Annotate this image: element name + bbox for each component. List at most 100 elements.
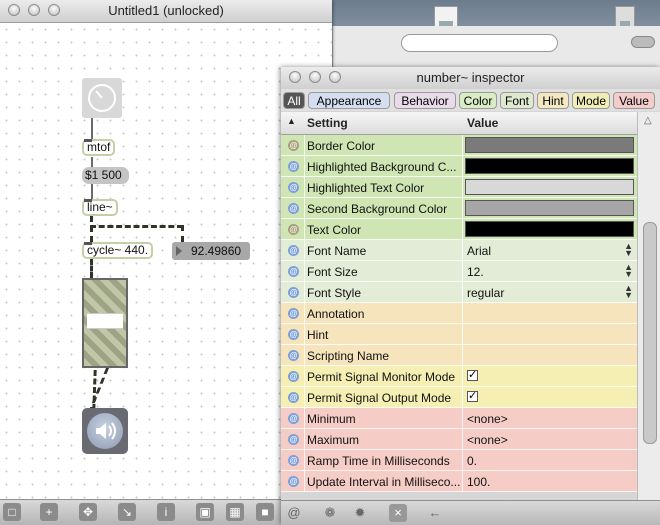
attribute-at-icon[interactable]: @	[288, 224, 299, 235]
attribute-row[interactable]: @ Text Color	[281, 219, 637, 240]
signal-cord[interactable]	[181, 225, 184, 242]
signal-cord[interactable]	[90, 225, 183, 228]
column-divider	[462, 387, 463, 408]
signal-number-box[interactable]: 92.49860	[172, 242, 250, 260]
color-swatch[interactable]	[465, 158, 634, 174]
checkbox[interactable]: ✓	[467, 370, 478, 381]
background-search-field[interactable]	[401, 34, 558, 52]
stepper-arrows-icon[interactable]: ▲ ▼	[624, 263, 633, 279]
attribute-row[interactable]: @ Highlighted Background C...	[281, 156, 637, 177]
attribute-at-icon[interactable]: @	[288, 287, 299, 298]
attribute-value[interactable]: 0.	[467, 454, 477, 468]
attribute-at-icon[interactable]: @	[288, 329, 299, 340]
tab-color[interactable]: Color	[459, 92, 497, 109]
gain-slider[interactable]	[82, 278, 128, 368]
slider-knob[interactable]	[87, 313, 123, 329]
object-inlet[interactable]	[84, 242, 92, 245]
stepper-arrows-icon[interactable]: ▲ ▼	[624, 284, 633, 300]
message-box[interactable]: $1 500	[82, 167, 129, 184]
attribute-row[interactable]: @ Ramp Time in Milliseconds 0.	[281, 450, 637, 471]
attribute-at-icon[interactable]: @	[288, 350, 299, 361]
attribute-row[interactable]: @ Highlighted Text Color	[281, 177, 637, 198]
tab-value[interactable]: Value	[613, 92, 655, 109]
attribute-at-icon[interactable]: @	[288, 476, 299, 487]
presentation-icon[interactable]: ▣	[196, 503, 214, 521]
color-swatch[interactable]	[465, 221, 634, 237]
attribute-value[interactable]: 100.	[467, 475, 490, 489]
attribute-name: Second Background Color	[307, 202, 448, 216]
attribute-at-icon[interactable]: @	[288, 413, 299, 424]
cycle-object[interactable]: cycle~ 440.	[82, 242, 153, 259]
gear-icon[interactable]: ❁	[321, 504, 339, 522]
color-swatch[interactable]	[465, 179, 634, 195]
patch-cord[interactable]	[91, 184, 93, 199]
attribute-row[interactable]: @ Annotation	[281, 303, 637, 324]
at-icon[interactable]: @	[285, 504, 303, 522]
tab-hint[interactable]: Hint	[537, 92, 569, 109]
sort-up-icon[interactable]: ▲	[287, 116, 296, 126]
value-column-header[interactable]: Value	[467, 116, 498, 130]
attribute-at-icon[interactable]: @	[288, 203, 299, 214]
attribute-row[interactable]: @ Minimum <none>	[281, 408, 637, 429]
grid-icon[interactable]: ▦	[226, 503, 244, 521]
info-icon[interactable]: i	[157, 503, 175, 521]
attribute-at-icon[interactable]: @	[288, 434, 299, 445]
attribute-value[interactable]: <none>	[467, 412, 508, 426]
attribute-row[interactable]: @ Border Color	[281, 135, 637, 156]
line-object[interactable]: line~	[82, 199, 118, 216]
attribute-row[interactable]: @ Maximum <none>	[281, 429, 637, 450]
scroll-up-arrow-icon[interactable]: △	[644, 115, 652, 126]
stepper-arrows-icon[interactable]: ▲ ▼	[624, 242, 633, 258]
attribute-row[interactable]: @ Hint	[281, 324, 637, 345]
settings-icon[interactable]: ✹	[351, 504, 369, 522]
attribute-row[interactable]: @ Font Name Arial ▲ ▼	[281, 240, 637, 261]
attribute-row[interactable]: @ Permit Signal Monitor Mode ✓	[281, 366, 637, 387]
back-arrow-icon[interactable]: ←	[426, 504, 444, 522]
signal-cord[interactable]	[90, 259, 93, 278]
tab-all[interactable]: All	[283, 92, 305, 109]
background-toolbar-button[interactable]	[631, 36, 655, 48]
mtof-object[interactable]: mtof	[82, 139, 115, 156]
attribute-select[interactable]: Arial	[467, 244, 491, 258]
new-object-icon[interactable]: +	[40, 503, 58, 521]
color-swatch[interactable]	[465, 200, 634, 216]
vertical-scrollbar[interactable]: △	[637, 112, 660, 500]
attribute-at-icon[interactable]: @	[288, 266, 299, 277]
palette-icon[interactable]: ■	[256, 503, 274, 521]
close-icon[interactable]: ×	[389, 504, 407, 522]
setting-column-header[interactable]: Setting	[307, 116, 348, 130]
ezdac-object[interactable]	[82, 408, 128, 454]
tab-appearance[interactable]: Appearance	[308, 92, 390, 109]
attribute-select[interactable]: 12.	[467, 265, 484, 279]
attribute-at-icon[interactable]: @	[288, 308, 299, 319]
color-swatch[interactable]	[465, 137, 634, 153]
chart-icon[interactable]: ↘	[118, 503, 136, 521]
attribute-at-icon[interactable]: @	[288, 455, 299, 466]
object-inlet[interactable]	[84, 139, 92, 142]
attribute-select[interactable]: regular	[467, 286, 504, 300]
object-inlet[interactable]	[84, 199, 92, 202]
attribute-row[interactable]: @ Second Background Color	[281, 198, 637, 219]
attribute-at-icon[interactable]: @	[288, 245, 299, 256]
tab-mode[interactable]: Mode	[572, 92, 610, 109]
patch-cord[interactable]	[91, 118, 93, 140]
move-icon[interactable]: ✥	[79, 503, 97, 521]
attribute-value[interactable]: <none>	[467, 433, 508, 447]
attribute-row[interactable]: @ Font Style regular ▲ ▼	[281, 282, 637, 303]
attribute-at-icon[interactable]: @	[288, 182, 299, 193]
attribute-row[interactable]: @ Scripting Name	[281, 345, 637, 366]
tab-font[interactable]: Font	[500, 92, 534, 109]
dial-object[interactable]	[82, 78, 122, 118]
attribute-at-icon[interactable]: @	[288, 371, 299, 382]
tab-behavior[interactable]: Behavior	[394, 92, 456, 109]
attribute-at-icon[interactable]: @	[288, 140, 299, 151]
scrollbar-thumb[interactable]	[643, 222, 657, 444]
attribute-row[interactable]: @ Permit Signal Output Mode ✓	[281, 387, 637, 408]
attribute-row[interactable]: @ Font Size 12. ▲ ▼	[281, 261, 637, 282]
attribute-row[interactable]: @ Update Interval in Milliseco... 100.	[281, 471, 637, 492]
lock-icon[interactable]: □	[3, 503, 21, 521]
signal-cord[interactable]	[90, 216, 93, 242]
attribute-at-icon[interactable]: @	[288, 392, 299, 403]
attribute-at-icon[interactable]: @	[288, 161, 299, 172]
checkbox[interactable]: ✓	[467, 391, 478, 402]
